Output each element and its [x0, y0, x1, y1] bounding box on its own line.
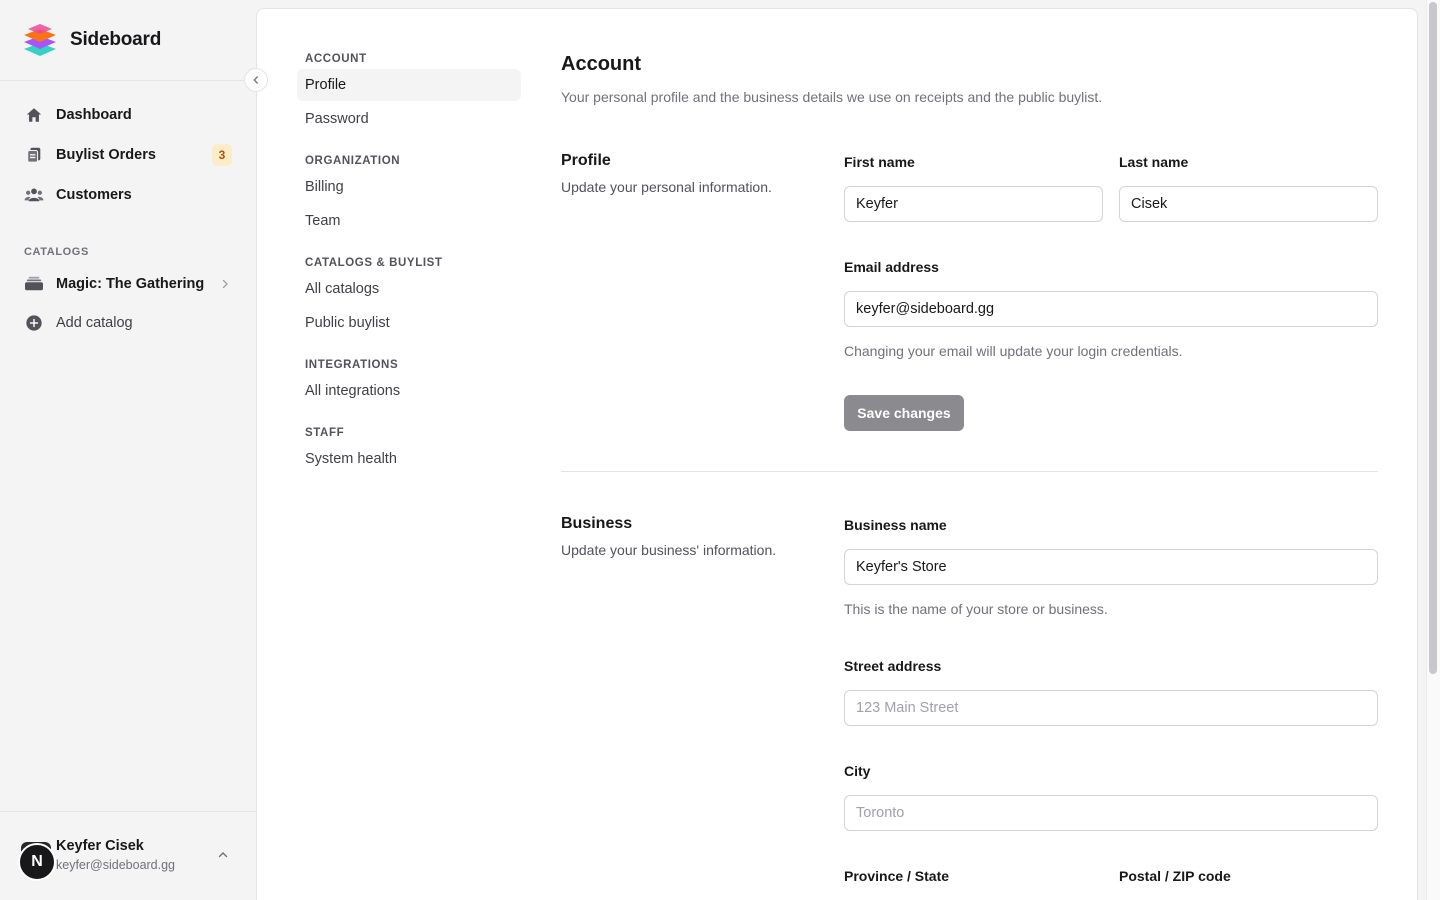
business-section-description: Update your business' information.	[561, 542, 777, 558]
nav-item-label: Add catalog	[56, 314, 133, 331]
city-label: City	[844, 763, 871, 779]
business-name-help-text: This is the name of your store or busine…	[844, 601, 1108, 617]
orders-count-badge: 3	[212, 144, 232, 166]
business-section-title: Business	[561, 515, 633, 532]
email-label: Email address	[844, 259, 939, 275]
nav-item-buylist-orders[interactable]: Buylist Orders 3	[16, 135, 240, 175]
user-email: keyfer@sideboard.gg	[56, 858, 176, 872]
brand[interactable]: Sideboard	[22, 22, 161, 58]
settings-item-public-buylist[interactable]: Public buylist	[297, 307, 521, 339]
settings-item-billing[interactable]: Billing	[297, 171, 521, 203]
business-name-label: Business name	[844, 517, 947, 533]
last-name-input[interactable]	[1119, 186, 1378, 222]
settings-item-all-integrations[interactable]: All integrations	[297, 375, 521, 407]
page-scrollbar-thumb[interactable]	[1429, 2, 1437, 674]
settings-item-password[interactable]: Password	[297, 103, 521, 135]
app-name: Sideboard	[70, 29, 162, 50]
section-divider	[561, 471, 1378, 472]
catalog-nav: Magic: The Gathering Add catalog	[16, 264, 240, 342]
profile-section-description: Update your personal information.	[561, 179, 772, 195]
save-changes-button[interactable]: Save changes	[844, 395, 964, 431]
chevron-left-icon	[253, 76, 258, 84]
first-name-input[interactable]	[844, 186, 1103, 222]
avatar: N	[18, 843, 56, 881]
business-name-input[interactable]	[844, 549, 1378, 585]
main-nav: Dashboard Buylist Orders 3 Customers	[16, 95, 240, 215]
plus-circle-icon	[24, 313, 44, 333]
user-divider	[0, 811, 256, 812]
profile-section-title: Profile	[561, 152, 611, 169]
sidebar: Sideboard Dashboard Buylist Orders 3 Cus…	[0, 0, 256, 900]
main-panel: ACCOUNT Profile Password ORGANIZATION Bi…	[256, 8, 1418, 900]
nav-item-dashboard[interactable]: Dashboard	[16, 95, 240, 135]
chevron-up-icon	[218, 852, 228, 858]
settings-item-all-catalogs[interactable]: All catalogs	[297, 273, 521, 305]
home-icon	[24, 105, 44, 125]
nav-item-label: Customers	[56, 187, 132, 203]
email-help-text: Changing your email will update your log…	[844, 343, 1183, 359]
catalogs-section-title: CATALOGS	[24, 246, 89, 258]
chevron-right-icon	[218, 277, 232, 291]
city-input[interactable]	[844, 795, 1378, 831]
last-name-label: Last name	[1119, 154, 1189, 170]
user-menu[interactable]: N Keyfer Cisek keyfer@sideboard.gg	[18, 834, 238, 884]
settings-section-account: ACCOUNT	[305, 53, 367, 65]
page-description: Your personal profile and the business d…	[561, 89, 1103, 105]
nav-item-add-catalog[interactable]: Add catalog	[16, 303, 240, 342]
user-name: Keyfer Cisek	[56, 838, 144, 854]
nav-item-customers[interactable]: Customers	[16, 175, 240, 215]
street-address-label: Street address	[844, 658, 942, 674]
users-icon	[24, 185, 44, 205]
postal-zip-label: Postal / ZIP code	[1119, 868, 1231, 884]
settings-item-system-health[interactable]: System health	[297, 443, 521, 475]
street-address-input[interactable]	[844, 690, 1378, 726]
settings-section-catalogs-buylist: CATALOGS & BUYLIST	[305, 257, 443, 269]
email-input[interactable]	[844, 291, 1378, 327]
settings-section-integrations: INTEGRATIONS	[305, 359, 399, 371]
province-state-label: Province / State	[844, 868, 950, 884]
collapse-sidebar-button[interactable]	[244, 68, 268, 92]
sideboard-logo-icon	[24, 24, 56, 56]
nav-item-magic-the-gathering[interactable]: Magic: The Gathering	[16, 264, 240, 303]
settings-section-organization: ORGANIZATION	[305, 155, 401, 167]
settings-item-team[interactable]: Team	[297, 205, 521, 237]
settings-section-staff: STAFF	[305, 427, 345, 439]
first-name-label: First name	[844, 154, 915, 170]
nav-item-label: Magic: The Gathering	[56, 275, 205, 292]
stack-icon	[24, 274, 44, 294]
nav-item-label: Dashboard	[56, 107, 132, 123]
sidebar-divider	[0, 80, 256, 81]
nav-item-label: Buylist Orders	[56, 147, 156, 163]
page-title: Account	[561, 53, 641, 75]
settings-nav: ACCOUNT Profile Password ORGANIZATION Bi…	[297, 49, 521, 477]
settings-item-profile[interactable]: Profile	[297, 69, 521, 101]
orders-icon	[24, 145, 44, 165]
